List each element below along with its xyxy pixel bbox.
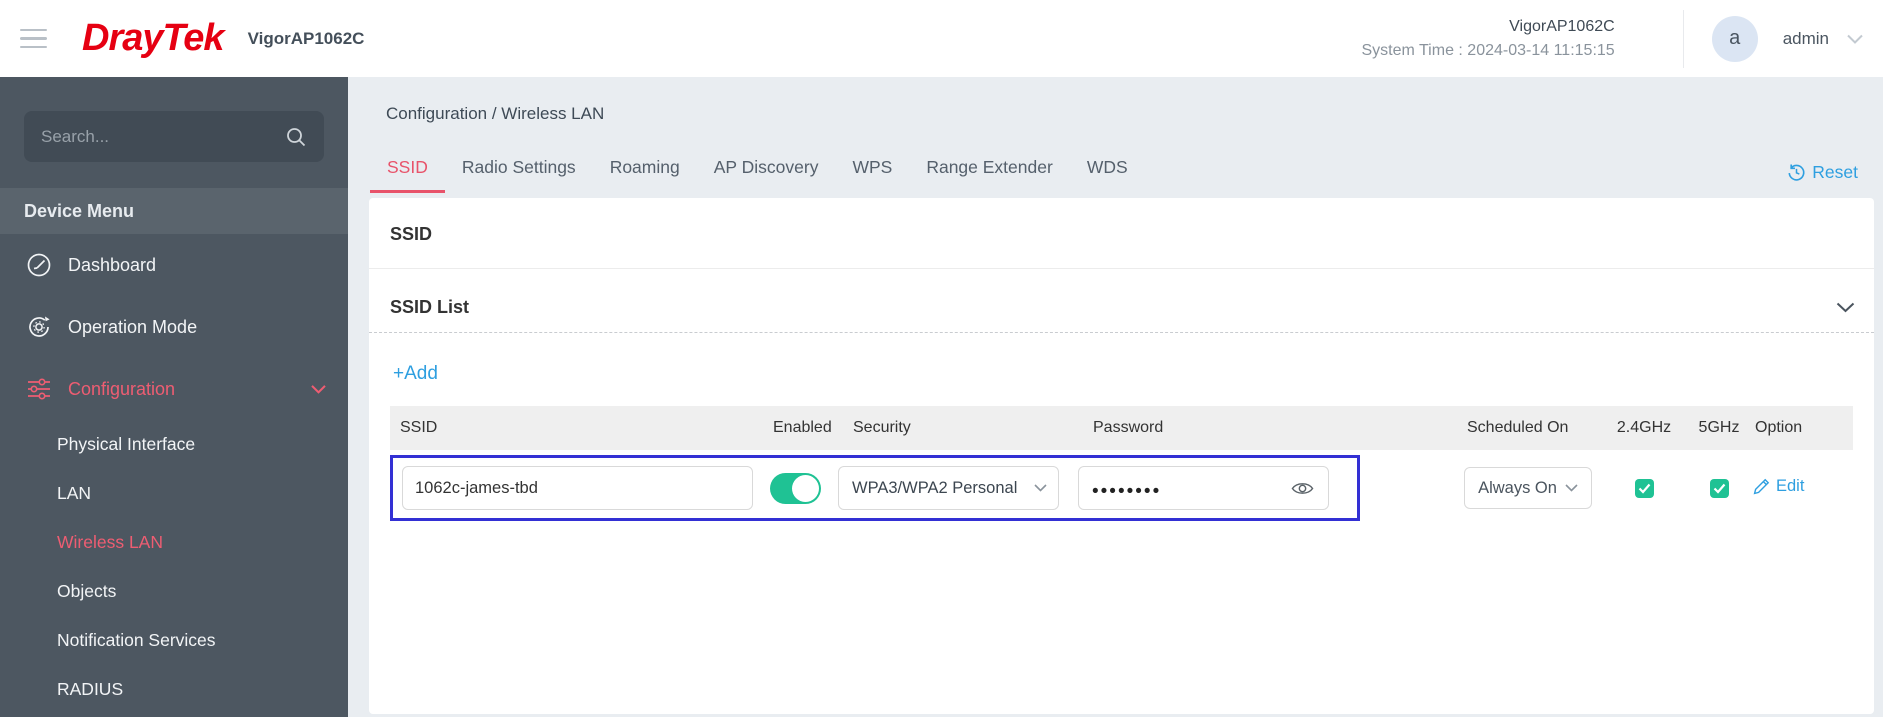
hamburger-menu-icon[interactable]: [20, 28, 47, 49]
main-content: Configuration / Wireless LAN SSID Radio …: [348, 77, 1883, 717]
password-masked-value: ••••••••: [1092, 480, 1162, 502]
col-header-5ghz: 5GHz: [1698, 419, 1740, 436]
app-header: DrayTek VigorAP1062C VigorAP1062C System…: [0, 0, 1883, 77]
edit-label: Edit: [1776, 476, 1805, 495]
tab-ssid[interactable]: SSID: [370, 157, 445, 193]
breadcrumb: Configuration / Wireless LAN: [386, 104, 605, 123]
sidebar-subitem-label: Objects: [57, 581, 117, 601]
col-header-ssid: SSID: [400, 419, 438, 436]
col-header-scheduled-on: Scheduled On: [1467, 419, 1569, 436]
pencil-icon: [1753, 478, 1770, 494]
sidebar: Device Menu Dashboard Operatio: [0, 77, 348, 717]
sidebar-item-objects[interactable]: Objects: [0, 567, 348, 616]
sidebar-subitem-label: LAN: [57, 483, 92, 503]
toggle-knob: [792, 474, 819, 502]
tab-roaming[interactable]: Roaming: [593, 157, 697, 193]
password-field[interactable]: ••••••••: [1078, 466, 1329, 510]
sidebar-item-operation-mode[interactable]: Operation Mode: [0, 296, 348, 358]
device-name: VigorAP1062C: [1509, 17, 1615, 35]
ssid-list-title: SSID List: [390, 297, 470, 317]
tab-radio-settings[interactable]: Radio Settings: [445, 157, 593, 193]
col-header-2-4ghz: 2.4GHz: [1616, 419, 1672, 436]
avatar[interactable]: a: [1711, 15, 1758, 62]
table-header-row: SSID Enabled Security Password Scheduled…: [390, 406, 1853, 450]
sidebar-item-notification-services[interactable]: Notification Services: [0, 616, 348, 665]
col-header-enabled: Enabled: [773, 419, 832, 436]
scheduled-on-value: Always On: [1478, 478, 1557, 497]
checkmark-icon: [1638, 483, 1650, 494]
security-select[interactable]: WPA3/WPA2 Personal: [838, 466, 1059, 510]
sidebar-item-label: Dashboard: [68, 254, 157, 275]
ssid-section-title: SSID: [390, 224, 433, 244]
sidebar-item-physical-interface[interactable]: Physical Interface: [0, 420, 348, 469]
username: admin: [1782, 28, 1829, 48]
header-divider: [1682, 9, 1684, 68]
configuration-expand-chevron-icon[interactable]: [311, 385, 326, 394]
sidebar-item-configuration[interactable]: Configuration: [0, 358, 348, 420]
ssid-list-collapse-chevron-icon[interactable]: [1836, 302, 1855, 313]
model-name: VigorAP1062C: [247, 28, 365, 48]
sidebar-item-wireless-lan[interactable]: Wireless LAN: [0, 518, 348, 567]
sidebar-subitem-label: Physical Interface: [57, 434, 196, 454]
sidebar-item-label: Operation Mode: [68, 316, 198, 337]
password-visibility-eye-icon[interactable]: [1291, 480, 1314, 497]
dashboard-gauge-icon: [25, 251, 53, 279]
tab-wds[interactable]: WDS: [1070, 157, 1145, 193]
col-header-option: Option: [1755, 419, 1803, 436]
edit-button[interactable]: Edit: [1753, 477, 1804, 496]
tab-wps[interactable]: WPS: [835, 157, 909, 193]
ssid-table: SSID Enabled Security Password Scheduled…: [390, 406, 1853, 521]
band-5ghz-checkbox[interactable]: [1709, 478, 1729, 498]
ssid-section: SSID: [369, 198, 1874, 269]
ssid-name-input[interactable]: [402, 466, 753, 510]
row-highlight-group: WPA3/WPA2 Personal ••••••••: [390, 455, 1360, 521]
security-select-value: WPA3/WPA2 Personal: [852, 478, 1018, 497]
search-icon[interactable]: [285, 126, 307, 148]
sidebar-subitem-label: RADIUS: [57, 679, 124, 699]
sidebar-item-radius[interactable]: RADIUS: [0, 665, 348, 714]
sidebar-item-dashboard[interactable]: Dashboard: [0, 234, 348, 296]
ssid-list-section-header: SSID List: [369, 269, 1874, 333]
system-time: System Time : 2024-03-14 11:15:15: [1361, 41, 1615, 59]
checkmark-icon: [1713, 483, 1725, 494]
search-box: [24, 111, 324, 162]
col-header-password: Password: [1093, 419, 1164, 436]
ssid-enabled-toggle[interactable]: [770, 472, 821, 504]
tab-range-extender[interactable]: Range Extender: [909, 157, 1069, 193]
select-chevron-icon: [1034, 484, 1047, 492]
logo-text-dray: Dray: [82, 17, 163, 59]
table-row: WPA3/WPA2 Personal ••••••••: [390, 455, 1853, 521]
add-ssid-button[interactable]: +Add: [393, 363, 438, 385]
ssid-card: SSID SSID List +Add SSID Enabled Securit…: [369, 198, 1874, 714]
draytek-logo: DrayTek: [82, 17, 225, 60]
sidebar-item-label: Configuration: [68, 378, 176, 399]
reset-button[interactable]: Reset: [1787, 162, 1858, 183]
tab-ap-discovery[interactable]: AP Discovery: [697, 157, 836, 193]
reset-label: Reset: [1812, 162, 1858, 182]
operation-mode-icon: [25, 313, 53, 341]
sidebar-subitem-label: Wireless LAN: [57, 532, 163, 552]
search-input[interactable]: [41, 126, 285, 147]
band-2-4ghz-checkbox[interactable]: [1634, 478, 1654, 498]
system-info: VigorAP1062C System Time : 2024-03-14 11…: [1362, 15, 1615, 63]
select-chevron-icon: [1565, 484, 1578, 492]
sidebar-item-lan[interactable]: LAN: [0, 469, 348, 518]
user-menu-chevron-icon[interactable]: [1847, 34, 1863, 44]
scheduled-on-select[interactable]: Always On: [1464, 467, 1592, 509]
sidebar-subitem-label: Notification Services: [57, 630, 216, 650]
tab-bar: SSID Radio Settings Roaming AP Discovery…: [348, 157, 1883, 193]
col-header-security: Security: [853, 419, 911, 436]
device-menu-header: Device Menu: [0, 188, 348, 234]
reset-history-icon: [1788, 164, 1805, 181]
configuration-sliders-icon: [25, 375, 53, 403]
logo-text-tek: Tek: [162, 17, 225, 59]
